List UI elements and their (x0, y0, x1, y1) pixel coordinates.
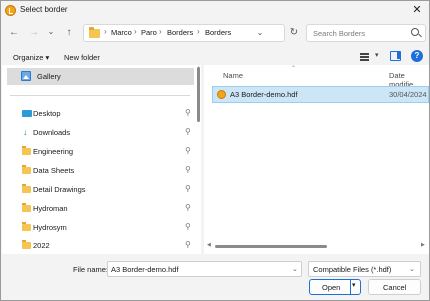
download-icon: ↓ (23, 127, 28, 137)
sidebar-item-label: Desktop (33, 109, 61, 118)
up-arrow-icon[interactable]: ↑ (62, 26, 76, 40)
chevron-down-icon[interactable]: ⌄ (292, 265, 298, 273)
preview-pane-icon[interactable] (390, 51, 401, 61)
folder-icon (22, 165, 31, 174)
sidebar-item-detail-drawings[interactable]: Detail Drawings ⚲ (2, 181, 201, 199)
breadcrumb-separator: › (159, 27, 162, 36)
folder-icon (89, 27, 100, 38)
breadcrumb-separator: › (197, 27, 200, 36)
app-logo-icon (5, 5, 16, 16)
help-icon[interactable]: ? (411, 50, 423, 62)
column-header-name[interactable]: Name (223, 71, 243, 80)
gallery-icon (21, 71, 31, 81)
sidebar-item-label: Detail Drawings (33, 185, 86, 194)
search-box[interactable]: Search Borders (306, 24, 426, 42)
breadcrumb-item[interactable]: Marco (111, 28, 132, 37)
file-type-select[interactable]: Compatible Files (*.hdf) ⌄ (308, 261, 421, 277)
sidebar-item-engineering[interactable]: Engineering ⚲ (2, 143, 201, 161)
breadcrumb-separator: › (134, 27, 137, 36)
pin-icon[interactable]: ⚲ (185, 146, 191, 155)
folder-icon (22, 240, 31, 249)
sidebar-item-desktop[interactable]: Desktop ⚲ (2, 105, 201, 123)
folder-icon (22, 184, 31, 193)
sidebar-item-label: Data Sheets (33, 166, 75, 175)
sidebar-item-downloads[interactable]: ↓ Downloads ⚲ (2, 124, 201, 142)
file-name: A3 Border-demo.hdf (230, 90, 298, 99)
file-row[interactable]: A3 Border-demo.hdf 30/04/2024 (212, 86, 429, 103)
folder-icon (22, 222, 31, 231)
recent-locations-chevron-icon[interactable]: ⌄ (44, 25, 58, 39)
sidebar-item-label: Hydroman (33, 204, 68, 213)
address-dropdown-chevron-icon[interactable]: ⌄ (253, 24, 267, 42)
caret-down-icon[interactable]: ▾ (352, 281, 356, 289)
new-folder-button[interactable]: New folder (64, 53, 100, 62)
sidebar-item-gallery[interactable]: Gallery (7, 68, 194, 85)
breadcrumb-separator: › (104, 27, 107, 36)
search-icon (411, 28, 419, 36)
folder-icon (22, 203, 31, 212)
sort-chevron-up-icon: ⌃ (291, 66, 297, 72)
pin-icon[interactable]: ⚲ (185, 108, 191, 117)
view-options-icon[interactable] (359, 51, 373, 63)
sidebar-item-label: Gallery (37, 72, 61, 81)
file-list-horizontal-scrollbar[interactable] (215, 245, 327, 248)
breadcrumb-item[interactable]: Paro (141, 28, 157, 37)
back-arrow-icon[interactable]: ← (7, 26, 21, 40)
hdf-file-icon (217, 90, 226, 99)
view-options-chevron-icon[interactable]: ▾ (375, 51, 379, 59)
divider (10, 95, 190, 96)
pin-icon[interactable]: ⚲ (185, 127, 191, 136)
breadcrumb-item[interactable]: Borders (205, 28, 231, 37)
close-icon[interactable]: ✕ (410, 3, 424, 17)
pin-icon[interactable]: ⚲ (185, 222, 191, 231)
sidebar-item-hydroman[interactable]: Hydroman ⚲ (2, 200, 201, 218)
pin-icon[interactable]: ⚲ (185, 203, 191, 212)
forward-arrow-icon[interactable]: → (27, 26, 41, 40)
pin-icon[interactable]: ⚲ (185, 184, 191, 193)
sidebar-item-hydrosym[interactable]: Hydrosym ⚲ (2, 219, 201, 237)
scroll-right-arrow-icon[interactable]: ▶ (421, 242, 425, 248)
file-name-combobox[interactable]: ⌄ (107, 261, 302, 277)
title-bar: Select border ✕ (1, 1, 429, 21)
sidebar-item-label: 2022 (33, 241, 50, 250)
pin-icon[interactable]: ⚲ (185, 165, 191, 174)
sidebar-item-label: Hydrosym (33, 223, 67, 232)
file-name-label: File name: (73, 265, 109, 274)
sidebar-item-label: Engineering (33, 147, 74, 156)
file-date-modified: 30/04/2024 (389, 90, 427, 99)
open-button-label: Open (322, 282, 341, 292)
file-type-value: Compatible Files (*.hdf) (313, 265, 392, 274)
window-title: Select border (20, 5, 68, 14)
sidebar-item-2022[interactable]: 2022 ⚲ (2, 237, 201, 255)
cancel-button-label: Cancel (383, 282, 407, 292)
sidebar-item-label: Downloads (33, 128, 71, 137)
file-name-field[interactable] (111, 264, 281, 275)
sidebar-item-data-sheets[interactable]: Data Sheets ⚲ (2, 162, 201, 180)
desktop-icon (22, 110, 32, 117)
organize-button[interactable]: Organize ▾ (13, 53, 49, 62)
refresh-icon[interactable]: ↻ (286, 24, 302, 42)
navigation-pane-scrollbar[interactable] (197, 67, 200, 122)
scroll-left-arrow-icon[interactable]: ◀ (207, 242, 211, 248)
pin-icon[interactable]: ⚲ (185, 240, 191, 249)
select-border-dialog: Select border ✕ ← → ⌄ ↑ › Marco › Paro ›… (0, 0, 430, 301)
navigation-pane: Gallery Desktop ⚲ ↓ Downloads ⚲ Engineer… (2, 65, 201, 254)
breadcrumb-item[interactable]: Borders (167, 28, 193, 37)
search-input[interactable]: Search Borders (313, 29, 365, 38)
cancel-button[interactable]: Cancel (368, 279, 421, 295)
folder-icon (22, 146, 31, 155)
chevron-down-icon: ⌄ (409, 266, 415, 273)
